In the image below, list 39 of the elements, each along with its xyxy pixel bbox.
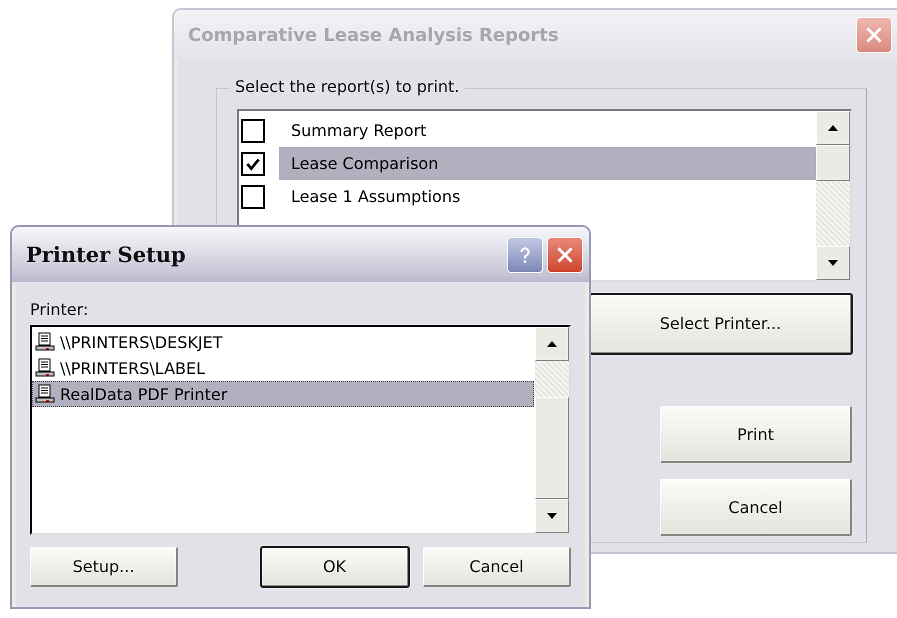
checkbox[interactable] [241,118,265,142]
up-arrow-icon [546,340,558,348]
scroll-thumb[interactable] [816,145,850,181]
printer-item[interactable]: RealData PDF Printer [32,381,534,407]
down-arrow-icon [546,512,558,520]
help-button[interactable] [507,236,543,272]
printer-icon [34,332,56,352]
scroll-up-button[interactable] [535,327,569,361]
printer-label: Printer: [30,300,90,319]
cancel-button[interactable]: Cancel [423,547,571,587]
select-printer-button[interactable]: Select Printer... [590,294,852,354]
group-label: Select the report(s) to print. [229,77,466,96]
scrollbar[interactable] [535,327,569,533]
window-title: Comparative Lease Analysis Reports [188,24,560,46]
down-arrow-icon [827,259,839,267]
scroll-thumb[interactable] [535,397,569,499]
scroll-down-button[interactable] [816,246,850,280]
setup-button[interactable]: Setup... [30,547,178,587]
close-button[interactable] [547,236,583,272]
printer-item[interactable]: \\PRINTERS\LABEL [32,355,534,381]
scroll-down-button[interactable] [535,499,569,533]
scroll-up-button[interactable] [816,111,850,145]
print-button[interactable]: Print [660,406,852,463]
printer-icon [34,358,56,378]
window-title: Printer Setup [26,242,187,267]
close-button[interactable] [856,17,892,53]
checkbox[interactable] [241,152,265,176]
check-icon [245,156,261,172]
printer-item[interactable]: \\PRINTERS\DESKJET [32,329,534,355]
report-item[interactable]: Lease Comparison [279,147,816,180]
printer-icon [34,384,56,404]
checkbox[interactable] [241,184,265,208]
report-item[interactable]: Summary Report [279,114,816,147]
printer-list[interactable]: \\PRINTERS\DESKJET \\PRINTERS\LABEL RealData PDF Printer [30,325,571,535]
cancel-button[interactable]: Cancel [660,479,852,536]
scrollbar[interactable] [816,111,850,280]
ok-button[interactable]: OK [261,547,409,587]
up-arrow-icon [827,124,839,132]
report-item[interactable]: Lease 1 Assumptions [279,180,816,213]
